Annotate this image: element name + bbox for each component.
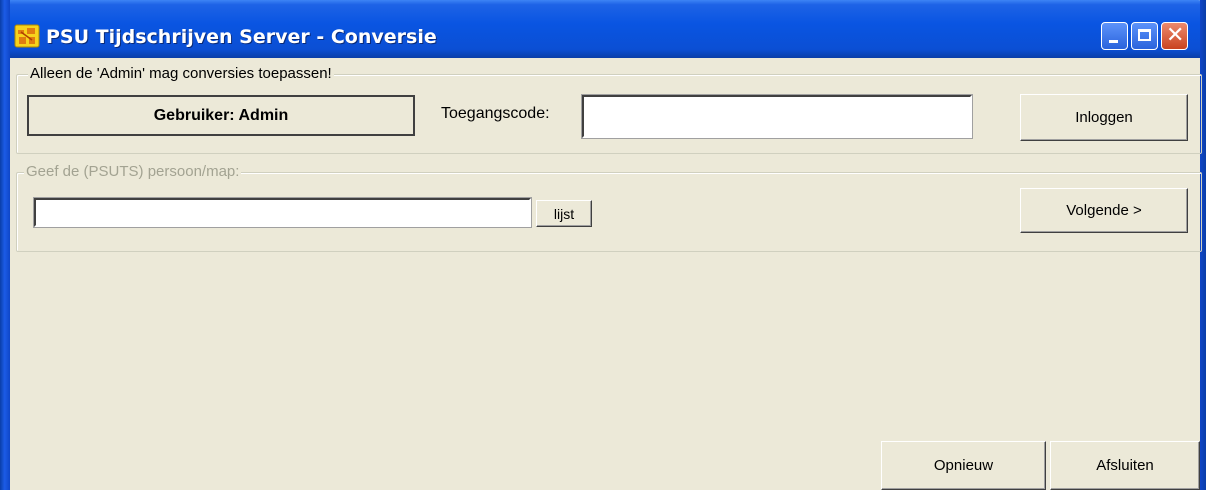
maximize-button[interactable] (1131, 22, 1158, 50)
person-group-legend: Geef de (PSUTS) persoon/map: (24, 163, 242, 180)
list-button[interactable]: lijst (536, 200, 592, 227)
title-bar[interactable]: PSU Tijdschrijven Server - Conversie ✕ (0, 0, 1206, 58)
close-icon: ✕ (1166, 23, 1185, 48)
reset-button[interactable]: Opnieuw (881, 441, 1046, 490)
close-window-button[interactable]: ✕ (1161, 22, 1188, 50)
access-code-input[interactable] (581, 94, 973, 139)
next-button[interactable]: Volgende > (1020, 188, 1188, 233)
app-logo-icon (14, 24, 40, 48)
login-group-legend: Alleen de 'Admin' mag conversies toepass… (28, 65, 334, 82)
minimize-icon (1109, 40, 1118, 43)
access-code-label: Toegangscode: (441, 105, 550, 122)
person-map-input[interactable] (33, 197, 532, 228)
app-window: PSU Tijdschrijven Server - Conversie ✕ A… (0, 0, 1206, 490)
exit-button[interactable]: Afsluiten (1050, 441, 1200, 490)
maximize-icon (1138, 29, 1151, 41)
window-client-area: Alleen de 'Admin' mag conversies toepass… (10, 58, 1202, 490)
window-title: PSU Tijdschrijven Server - Conversie (46, 26, 437, 48)
window-frame-left (0, 0, 10, 490)
minimize-button[interactable] (1101, 22, 1128, 50)
login-button[interactable]: Inloggen (1020, 94, 1188, 141)
user-display: Gebruiker: Admin (27, 95, 415, 136)
